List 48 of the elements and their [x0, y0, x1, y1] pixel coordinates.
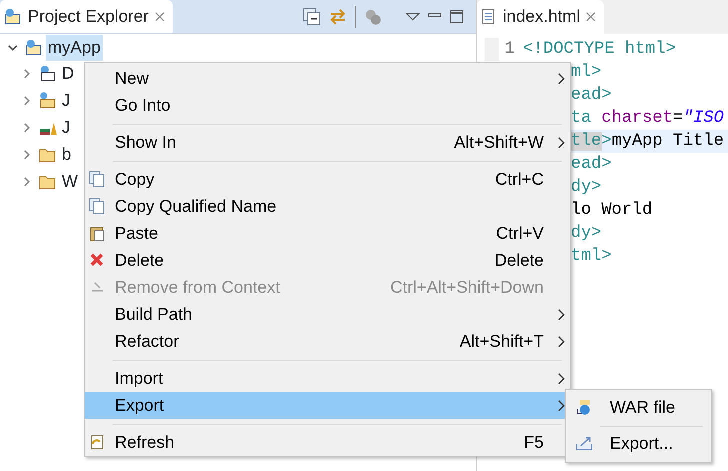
copy-icon — [89, 198, 107, 216]
menu-item[interactable]: Build Path — [85, 301, 570, 328]
menu-item[interactable]: Copy Ctrl+C — [85, 166, 570, 193]
maximize-icon[interactable] — [450, 10, 464, 24]
code-text: tle>myApp Title — [571, 130, 724, 153]
menu-item[interactable]: Show In Alt+Shift+W — [85, 129, 570, 156]
view-tab[interactable]: Project Explorer — [0, 0, 173, 33]
chevron-right-icon — [557, 372, 565, 384]
export-icon — [576, 435, 594, 453]
code-text: ml> — [571, 62, 602, 84]
code-text: ead> — [571, 84, 612, 107]
tree-item[interactable]: W — [60, 168, 80, 194]
tree-item[interactable]: J — [60, 88, 72, 114]
code-text: dy> — [571, 222, 602, 245]
collapse-all-icon[interactable] — [303, 8, 321, 26]
chevron-right-icon — [557, 336, 565, 348]
package-icon — [39, 92, 57, 110]
tree-item[interactable]: J — [60, 114, 72, 140]
menu-item[interactable]: Import — [85, 365, 570, 392]
code-text: <!DOCTYPE html> — [523, 38, 676, 61]
chevron-right-icon — [557, 72, 565, 84]
code-text: ead> — [571, 154, 612, 176]
chevron-right-icon — [557, 308, 565, 320]
menu-item[interactable]: New — [85, 65, 570, 92]
menu-item[interactable]: Paste Ctrl+V — [85, 220, 570, 247]
menu-item[interactable]: Refactor Alt+Shift+T — [85, 328, 570, 355]
menu-item[interactable]: Delete Delete — [85, 247, 570, 274]
code-text: dy> — [571, 176, 602, 199]
project-icon — [25, 39, 43, 57]
tree-item[interactable]: D — [60, 60, 76, 86]
copy-icon — [89, 170, 107, 188]
menu-item[interactable]: Copy Qualified Name — [85, 193, 570, 220]
code-text: tml> — [571, 246, 612, 268]
two-arrows-icon[interactable] — [329, 8, 347, 26]
code-text: ta charset="ISO — [571, 108, 724, 130]
close-icon[interactable] — [586, 12, 596, 22]
tree-item[interactable]: b — [60, 142, 74, 168]
code-text: lo World — [571, 200, 653, 222]
chevron-right-icon — [557, 136, 565, 148]
clipboard-icon — [89, 224, 107, 242]
folder-icon — [4, 8, 22, 26]
menu-item[interactable]: Go Into — [85, 92, 570, 119]
chevron-right-icon — [557, 400, 565, 412]
editor-tab[interactable]: index.html — [477, 0, 604, 34]
view-menu-icon[interactable] — [406, 12, 420, 22]
tree-item[interactable]: myApp — [46, 35, 103, 61]
document-icon — [481, 9, 497, 25]
close-icon[interactable] — [154, 12, 165, 22]
